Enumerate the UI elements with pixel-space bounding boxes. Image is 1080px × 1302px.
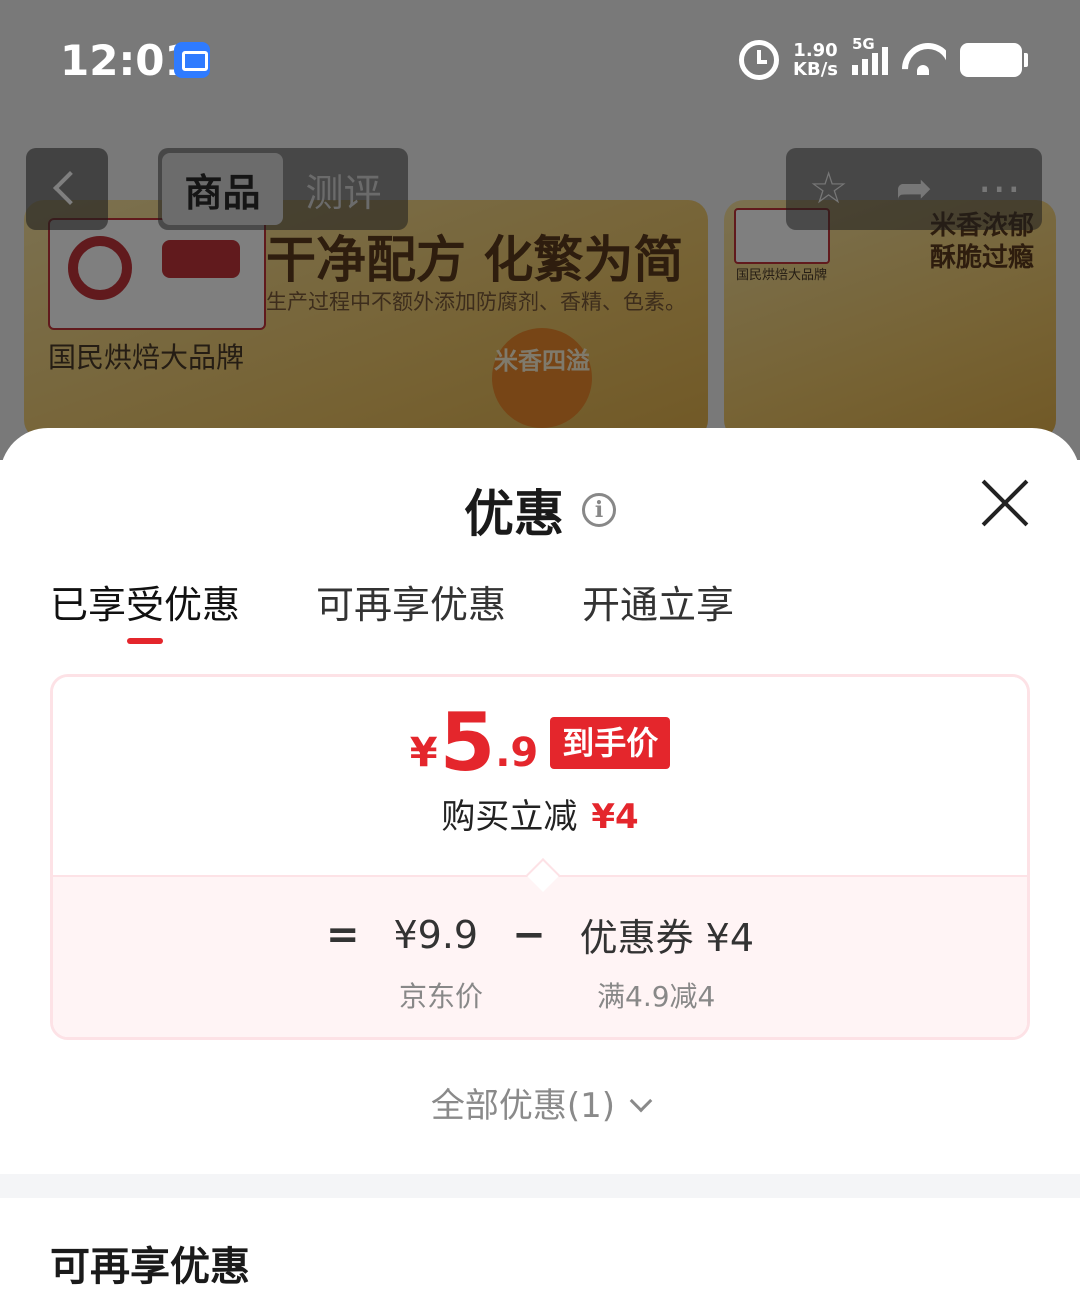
sheet-title: 优惠 i — [0, 474, 1080, 546]
final-price: ¥ 5 .9 到手价 — [53, 696, 1027, 789]
status-bar: 12:01 1.90 KB/s 5G — [0, 0, 1080, 120]
network-type: 5G — [852, 35, 875, 53]
all-discounts-label: 全部优惠(1) — [430, 1086, 616, 1126]
screen-record-icon — [174, 42, 210, 78]
discount-sheet: 优惠 i 已享受优惠 可再享优惠 开通立享 ¥ 5 .9 到手价 购买立减 ¥4 … — [0, 428, 1080, 1302]
coupon-condition-label: 满4.9减4 — [597, 980, 716, 1013]
base-price: ¥9.9 — [393, 912, 479, 957]
section-divider — [0, 1174, 1080, 1198]
all-discounts-toggle[interactable]: 全部优惠(1) — [0, 1078, 1080, 1127]
info-icon[interactable]: i — [582, 493, 616, 527]
signal-icon: 5G — [852, 35, 888, 75]
price-currency: ¥ — [409, 730, 438, 776]
tab-more-discounts[interactable]: 可再享优惠 — [316, 574, 506, 644]
status-indicators: 1.90 KB/s 5G — [739, 35, 1028, 82]
discount-tabs: 已享受优惠 可再享优惠 开通立享 — [50, 574, 734, 644]
base-price-label: 京东价 — [399, 980, 484, 1013]
instant-discount-amount: ¥4 — [591, 797, 639, 837]
net-speed-value: 1.90 — [793, 40, 838, 61]
final-price-summary: ¥ 5 .9 到手价 购买立减 ¥4 — [53, 677, 1027, 875]
instant-discount: 购买立减 ¥4 — [53, 789, 1027, 838]
alarm-icon — [739, 40, 780, 80]
minus-sign: − — [512, 911, 546, 958]
sheet-title-text: 优惠 — [464, 485, 564, 543]
price-integer: 5 — [439, 696, 496, 789]
equals-sign: = — [325, 911, 360, 958]
chevron-down-icon — [629, 1089, 653, 1113]
section-title-more-discounts: 可再享优惠 — [50, 1244, 250, 1290]
price-breakdown: = ¥9.9 − 优惠券 ¥4 京东价 满4.9减4 — [53, 875, 1027, 1037]
net-speed-unit: KB/s — [793, 59, 838, 80]
product-page-background: 国民烘焙大品牌 干净配方 化繁为简 生产过程中不额外添加防腐剂、香精、色素。 米… — [0, 0, 1080, 460]
net-speed: 1.90 KB/s — [793, 41, 838, 79]
tab-enjoyed-discounts[interactable]: 已享受优惠 — [50, 574, 240, 644]
battery-icon — [960, 43, 1028, 77]
coupon-amount: 优惠券 ¥4 — [579, 916, 755, 960]
price-decimal: .9 — [495, 730, 539, 776]
wifi-icon — [902, 43, 946, 77]
instant-discount-label: 购买立减 — [441, 797, 578, 837]
final-price-card: ¥ 5 .9 到手价 购买立减 ¥4 = ¥9.9 − 优惠券 ¥4 京东价 满4… — [50, 674, 1030, 1040]
price-formula: = ¥9.9 − 优惠券 ¥4 — [53, 907, 1027, 962]
final-price-tag: 到手价 — [550, 717, 671, 769]
close-button[interactable] — [980, 478, 1030, 528]
tab-activate-discounts[interactable]: 开通立享 — [582, 574, 734, 644]
